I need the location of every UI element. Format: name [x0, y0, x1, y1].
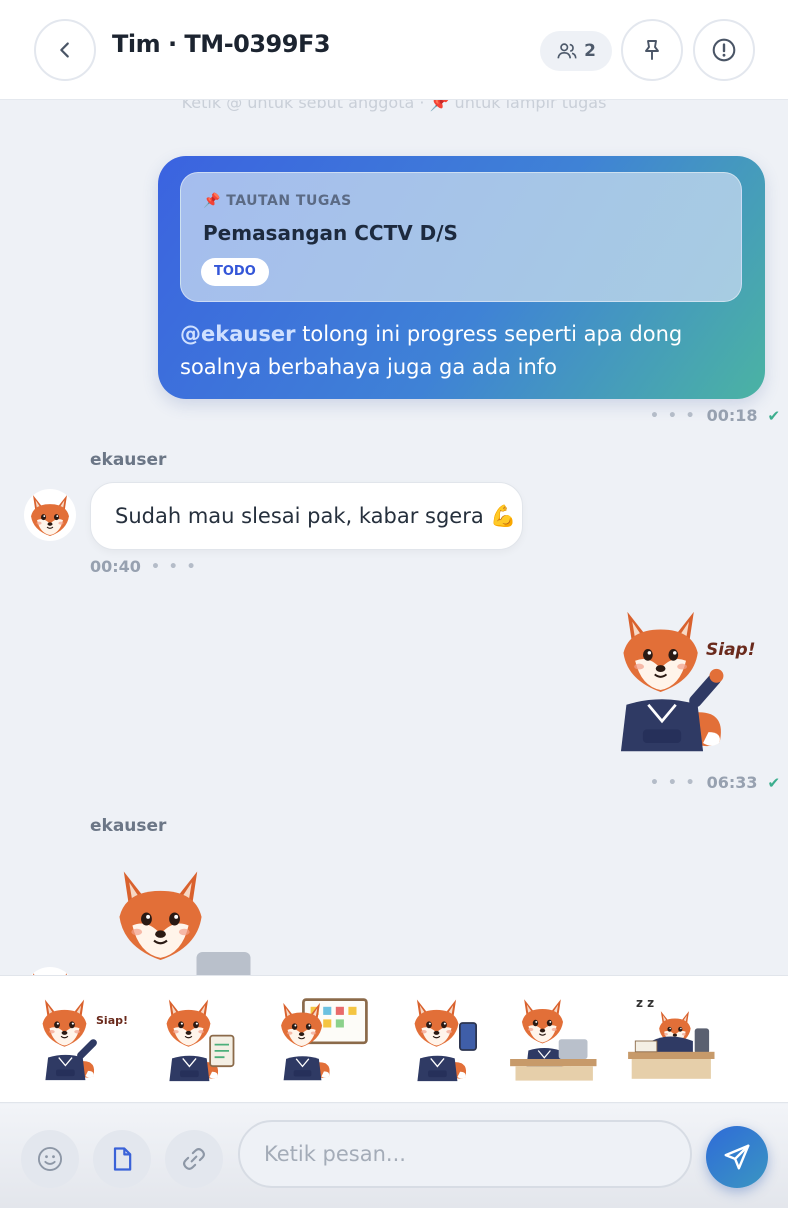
info-button[interactable] — [693, 19, 755, 81]
avatar[interactable] — [24, 967, 76, 975]
read-check-icon: ✔ — [767, 773, 781, 792]
composer — [0, 1104, 788, 1208]
incoming-message[interactable]: Sudah mau slesai pak, kabar sgera 💪 — [90, 482, 523, 550]
sticker-message[interactable] — [92, 865, 262, 975]
link-icon — [183, 1148, 205, 1170]
pin-icon — [645, 40, 659, 60]
message-time: 06:33 — [706, 773, 758, 792]
chevron-left-icon — [60, 42, 69, 58]
message-time: 00:18 — [706, 406, 758, 425]
fox-sticker-laptop — [118, 870, 251, 975]
sticker-clipboard[interactable] — [152, 996, 252, 1086]
fox-sticker-board — [280, 998, 368, 1081]
sticker-tablet[interactable] — [400, 996, 500, 1086]
message-text: @ekauser tolong ini progress seperti apa… — [180, 322, 683, 379]
sticker-caption: Siap! — [96, 1014, 129, 1027]
chat-title: Tim · TM-0399F3 — [112, 30, 331, 58]
task-title: Pemasangan CCTV D/S — [203, 221, 458, 245]
message-meta: • • • 06:33 ✔ — [650, 773, 780, 792]
sticker-board[interactable] — [270, 996, 370, 1086]
message-input[interactable] — [238, 1120, 692, 1188]
outgoing-message[interactable]: 📌 TAUTAN TUGAS Pemasangan CCTV D/S TODO … — [158, 156, 765, 399]
pin-button[interactable] — [621, 19, 683, 81]
sticker-sleep[interactable]: z z — [624, 996, 724, 1086]
chat-header: Tim · TM-0399F3 2 — [0, 0, 788, 100]
document-icon — [113, 1147, 132, 1171]
task-status-badge: TODO — [201, 258, 269, 286]
members-button[interactable]: 2 — [540, 31, 612, 71]
more-options-icon[interactable]: • • • — [151, 559, 198, 575]
send-button[interactable] — [706, 1126, 768, 1188]
task-link-label: 📌 TAUTAN TUGAS — [203, 193, 352, 209]
link-button[interactable] — [165, 1130, 223, 1188]
emoji-button[interactable] — [21, 1130, 79, 1188]
fox-sticker-laptop — [510, 998, 597, 1081]
fox-sticker-tablet — [414, 998, 477, 1082]
member-count: 2 — [584, 41, 596, 61]
fox-sticker-siap — [42, 998, 97, 1081]
sticker-caption: Siap! — [706, 640, 756, 660]
read-check-icon: ✔ — [767, 406, 781, 425]
sender-name: ekauser — [90, 450, 167, 470]
fox-avatar-icon — [30, 494, 70, 537]
fox-sticker-siap — [619, 610, 724, 753]
sticker-message[interactable]: Siap! — [592, 606, 764, 758]
message-meta: 00:40 • • • — [90, 557, 198, 576]
more-options-icon[interactable]: • • • — [650, 408, 697, 424]
mention[interactable]: @ekauser — [180, 322, 295, 346]
sender-name: ekauser — [90, 816, 167, 836]
task-link-card[interactable]: 📌 TAUTAN TUGAS Pemasangan CCTV D/S TODO — [180, 172, 742, 302]
back-button[interactable] — [34, 19, 96, 81]
sticker-siap[interactable]: Siap! — [28, 996, 128, 1086]
smile-icon — [37, 1146, 63, 1172]
more-options-icon[interactable]: • • • — [650, 775, 697, 791]
sleep-zz: z z — [636, 996, 655, 1010]
alert-circle-icon — [712, 38, 736, 62]
sticker-picker[interactable]: Siap! z z — [0, 975, 788, 1103]
send-icon — [724, 1144, 750, 1170]
fox-avatar-icon — [30, 972, 70, 975]
users-icon — [557, 43, 577, 59]
message-list[interactable]: 📌 TAUTAN TUGAS Pemasangan CCTV D/S TODO … — [0, 101, 788, 975]
sticker-laptop[interactable] — [506, 996, 606, 1086]
message-meta: • • • 00:18 ✔ — [650, 406, 780, 425]
fox-sticker-clipboard — [166, 998, 235, 1082]
avatar[interactable] — [24, 489, 76, 541]
message-time: 00:40 — [90, 557, 141, 576]
attach-file-button[interactable] — [93, 1130, 151, 1188]
